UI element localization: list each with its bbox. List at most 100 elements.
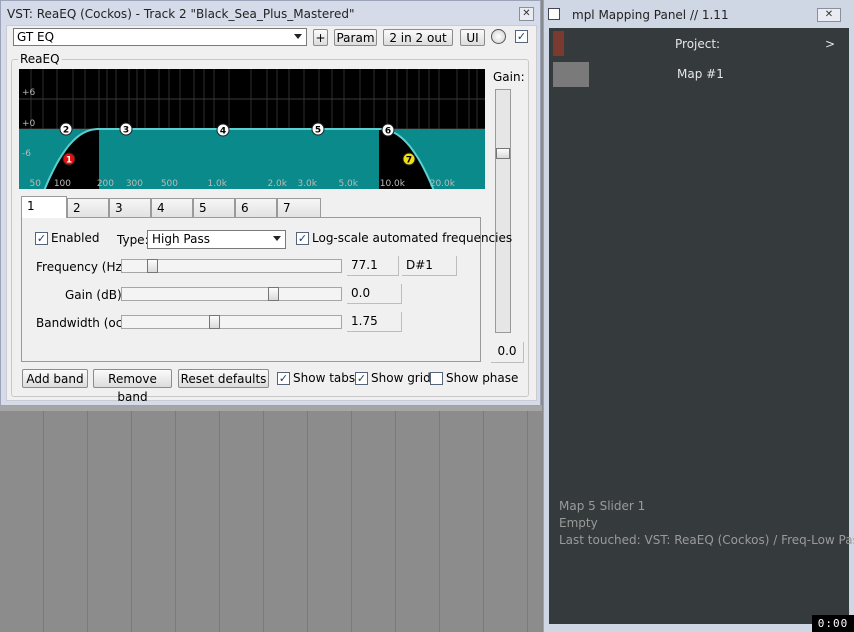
type-value: High Pass [152, 232, 210, 246]
band-tab-5[interactable]: 5 [193, 198, 235, 217]
band-gain-value[interactable]: 0.0 [347, 284, 402, 304]
footer-last-touched: Last touched: VST: ReaEQ (Cockos) / Freq… [559, 533, 854, 547]
db-label: +0 [22, 119, 36, 129]
eq-band-node-7[interactable]: 7 [402, 152, 416, 166]
param-button[interactable]: Param [334, 29, 377, 46]
eq-band-node-1[interactable]: 1 [62, 152, 76, 166]
type-dropdown[interactable]: High Pass [147, 230, 286, 249]
remove-band-button[interactable]: Remove band [93, 369, 172, 404]
frequency-slider[interactable] [121, 259, 342, 273]
eq-band-node-3[interactable]: 3 [119, 122, 133, 136]
svg-text:4: 4 [220, 127, 226, 137]
freq-label: 5.0k [338, 179, 358, 189]
freq-label: 3.0k [297, 179, 317, 189]
show-tabs-checkbox[interactable]: ✓ [277, 372, 290, 385]
bypass-checkbox[interactable]: ✓ [515, 30, 528, 43]
frequency-note: D#1 [402, 256, 457, 276]
band-gain-slider-thumb[interactable] [268, 287, 279, 301]
band-panel: ✓ Enabled Type: High Pass ✓ Log-scale au… [21, 217, 512, 362]
show-phase-checkbox[interactable] [430, 372, 443, 385]
map-color-swatch[interactable] [553, 62, 589, 87]
enabled-label: Enabled [51, 231, 100, 245]
chevron-down-icon [294, 34, 302, 39]
freq-label: 50 [30, 179, 42, 189]
band-gain-slider[interactable] [121, 287, 342, 301]
show-grid-checkbox[interactable]: ✓ [355, 372, 368, 385]
svg-text:6: 6 [385, 127, 391, 137]
freq-label: 10.0k [380, 179, 406, 189]
logscale-checkbox[interactable]: ✓ [296, 232, 309, 245]
gain-label: Gain: [493, 70, 525, 84]
add-band-button[interactable]: Add band [22, 369, 88, 388]
project-label: Project: [675, 37, 721, 51]
mapping-panel-window: mpl Mapping Panel // 1.11 ✕ Project: > M… [543, 0, 854, 632]
project-color-swatch[interactable] [553, 31, 564, 56]
freq-label: 200 [97, 179, 114, 189]
show-phase-label: Show phase [446, 371, 519, 385]
svg-text:1: 1 [66, 156, 72, 166]
eq-graph[interactable]: +6 +0 -6 50 100 200 300 500 1.0k 2.0k 3.0k 5.0k 10.… [19, 69, 485, 189]
band-tab-2[interactable]: 2 [67, 198, 109, 217]
master-gain-value[interactable]: 0.0 [491, 342, 524, 363]
freq-label: 300 [126, 179, 143, 189]
freq-label: 1.0k [207, 179, 227, 189]
svg-text:7: 7 [406, 156, 412, 166]
map-label[interactable]: Map #1 [677, 67, 724, 81]
show-grid-label: Show grid [371, 371, 431, 385]
reset-defaults-button[interactable]: Reset defaults [178, 369, 269, 388]
band-tab-1[interactable]: 1 [21, 196, 67, 218]
band-gain-label: Gain (dB): [65, 288, 126, 302]
show-tabs-label: Show tabs [293, 371, 356, 385]
eq-band-node-6[interactable]: 6 [381, 123, 395, 137]
band-tab-3[interactable]: 3 [109, 198, 151, 217]
project-next-button[interactable]: > [825, 37, 835, 51]
freq-label: 500 [161, 179, 178, 189]
preset-value: GT EQ [17, 30, 55, 44]
eq-band-node-5[interactable]: 5 [311, 122, 325, 136]
frequency-slider-thumb[interactable] [147, 259, 158, 273]
ui-button[interactable]: UI [460, 29, 485, 46]
preset-add-button[interactable]: + [313, 29, 328, 46]
master-gain-thumb[interactable] [496, 148, 510, 159]
freq-label: 2.0k [267, 179, 287, 189]
type-label: Type: [117, 233, 149, 247]
footer-slider-info: Map 5 Slider 1 [559, 499, 646, 513]
eq-band-node-4[interactable]: 4 [216, 123, 230, 137]
freq-label: 20.0k [430, 179, 456, 189]
eq-band-node-2[interactable]: 2 [59, 122, 73, 136]
wet-knob-icon[interactable] [491, 29, 506, 44]
enabled-checkbox[interactable]: ✓ [35, 232, 48, 245]
app-icon [548, 8, 560, 20]
logscale-label: Log-scale automated frequencies [312, 231, 513, 245]
mapping-panel-body: Project: > Map #1 Map 5 Slider 1 Empty L… [549, 28, 854, 624]
vst-close-button[interactable]: ✕ [519, 7, 534, 21]
mapping-panel-title: mpl Mapping Panel // 1.11 [572, 8, 729, 22]
bandwidth-slider-thumb[interactable] [209, 315, 220, 329]
freq-label: 100 [54, 179, 71, 189]
band-tab-4[interactable]: 4 [151, 198, 193, 217]
svg-text:2: 2 [63, 126, 69, 136]
svg-text:3: 3 [123, 126, 129, 136]
master-gain-slider[interactable] [495, 89, 511, 333]
bandwidth-slider[interactable] [121, 315, 342, 329]
time-display: 0:00 [812, 615, 854, 632]
band-tab-6[interactable]: 6 [235, 198, 277, 217]
vst-window-title: VST: ReaEQ (Cockos) - Track 2 "Black_Sea… [7, 7, 355, 21]
mapping-panel-close-button[interactable]: ✕ [817, 8, 841, 22]
db-label: -6 [22, 149, 31, 159]
preset-dropdown[interactable]: GT EQ [13, 28, 307, 46]
band-tab-7[interactable]: 7 [277, 198, 321, 217]
eq-graph-svg[interactable]: +6 +0 -6 50 100 200 300 500 1.0k 2.0k 3.0k 5.0k 10.… [19, 69, 485, 189]
db-label: +6 [22, 88, 36, 98]
svg-text:5: 5 [315, 126, 321, 136]
io-button[interactable]: 2 in 2 out [383, 29, 453, 46]
frequency-label: Frequency (Hz): [36, 260, 131, 274]
arrange-background [0, 405, 542, 632]
footer-slider-state: Empty [559, 516, 598, 530]
frequency-value[interactable]: 77.1 [347, 256, 399, 276]
vst-window: VST: ReaEQ (Cockos) - Track 2 "Black_Sea… [0, 0, 541, 406]
bandwidth-value[interactable]: 1.75 [347, 312, 402, 332]
chevron-down-icon [273, 236, 281, 241]
reaeq-group-label: ReaEQ [18, 52, 62, 66]
reaeq-panel: GT EQ + Param 2 in 2 out UI ✓ ReaEQ +6 +0… [6, 25, 537, 404]
